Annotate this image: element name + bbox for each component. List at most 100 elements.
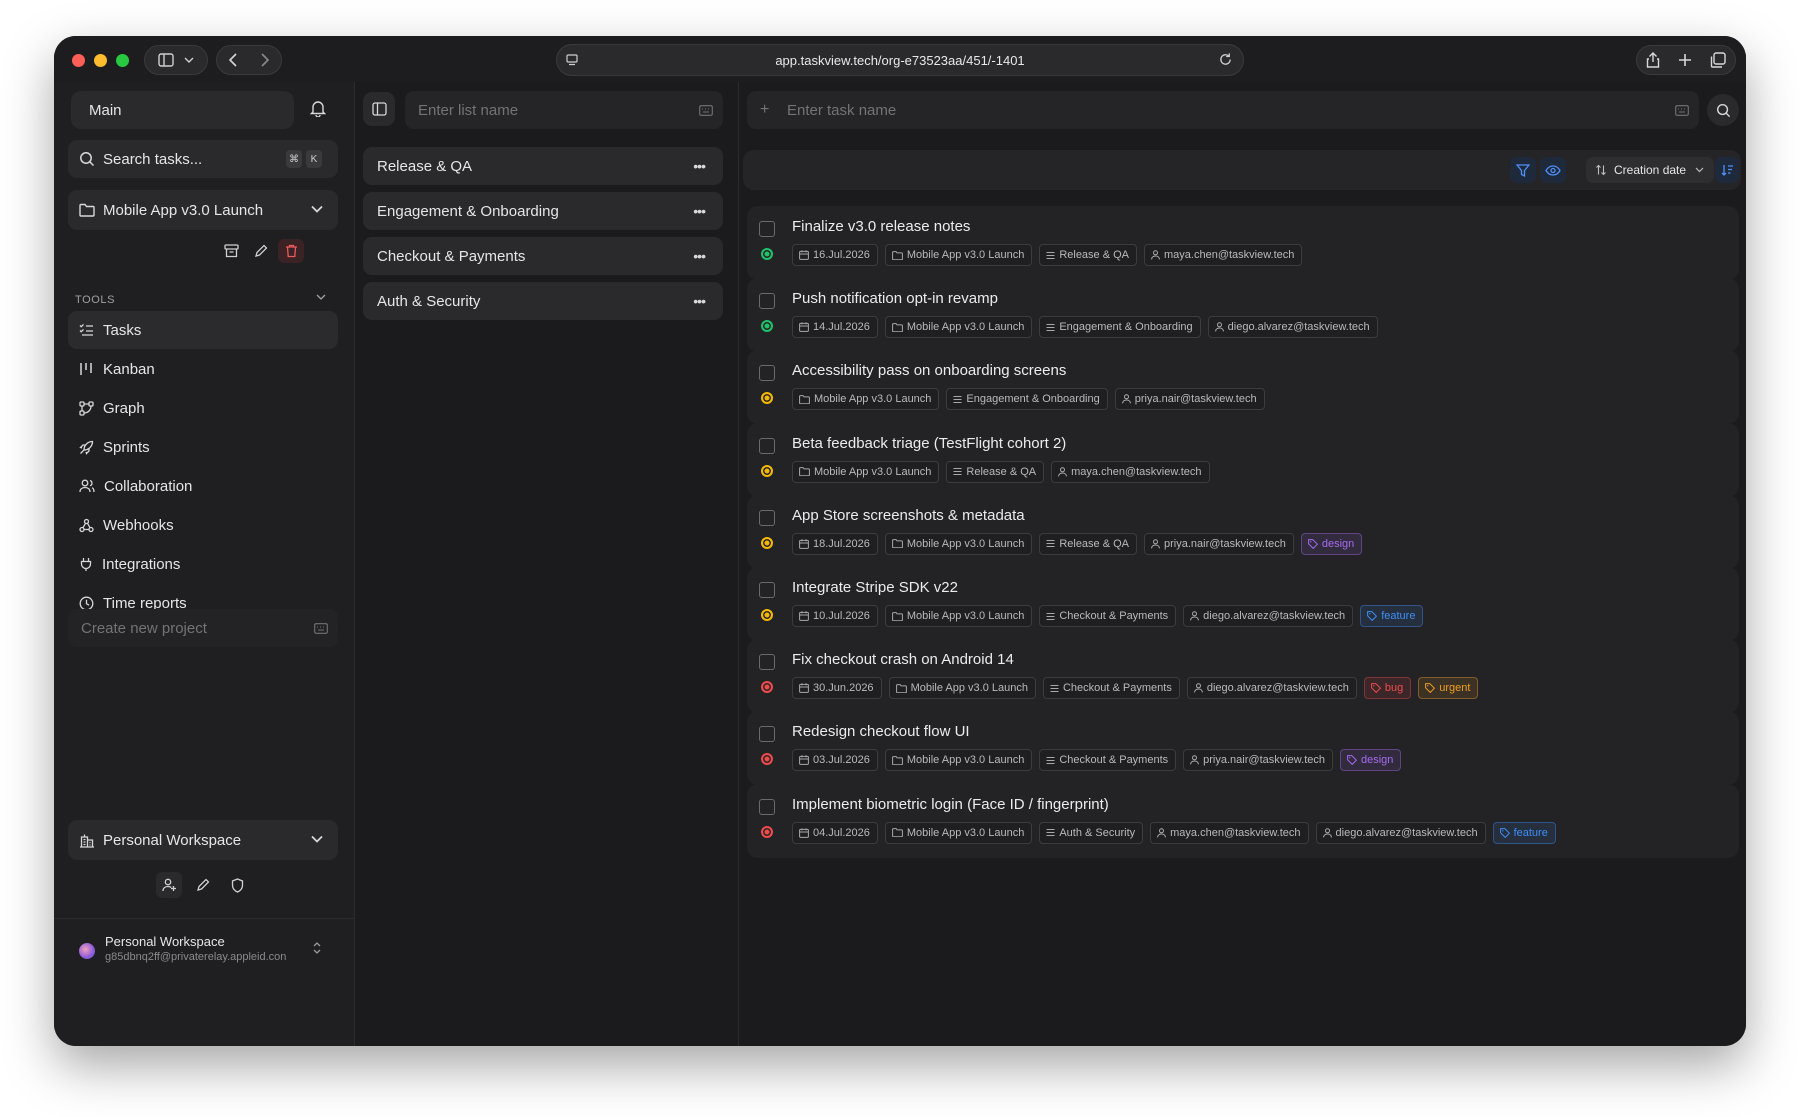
sidebar-toggle-button[interactable] — [144, 45, 208, 75]
task-title[interactable]: Fix checkout crash on Android 14 — [792, 651, 1014, 668]
task-title[interactable]: Redesign checkout flow UI — [792, 723, 970, 740]
task-search-button[interactable] — [1707, 94, 1739, 126]
maximize-window-button[interactable] — [116, 54, 129, 67]
assignee-chip[interactable]: maya.chen@taskview.tech — [1144, 244, 1303, 266]
chevron-down-icon[interactable] — [316, 293, 326, 301]
task-status-indicator[interactable] — [761, 825, 773, 838]
due-date-chip[interactable]: 03.Jul.2026 — [792, 749, 878, 772]
workspace-selector[interactable]: Personal Workspace — [68, 820, 338, 860]
task-checkbox[interactable] — [759, 726, 775, 743]
minimize-window-button[interactable] — [94, 54, 107, 67]
task-title[interactable]: App Store screenshots & metadata — [792, 507, 1025, 524]
sort-direction-button[interactable] — [1715, 157, 1739, 183]
project-chip[interactable]: Mobile App v3.0 Launch — [884, 605, 1033, 627]
task-status-indicator[interactable] — [761, 392, 773, 405]
task-card[interactable]: App Store screenshots & metadata 18.Jul.2… — [747, 494, 1739, 569]
task-status-indicator[interactable] — [761, 464, 773, 477]
search-tasks-input[interactable]: Search tasks... ⌘ K — [68, 140, 338, 178]
share-icon[interactable] — [1646, 52, 1660, 68]
assignee-chip[interactable]: diego.alvarez@taskview.tech — [1315, 821, 1486, 844]
new-tab-icon[interactable] — [1678, 53, 1692, 67]
task-checkbox[interactable] — [759, 437, 775, 454]
tag-chip[interactable]: urgent — [1418, 677, 1479, 700]
assignee-chip[interactable]: priya.nair@taskview.tech — [1114, 388, 1265, 411]
task-checkbox[interactable] — [759, 654, 775, 671]
list-chip[interactable]: Release & QA — [946, 460, 1045, 483]
more-icon[interactable]: ••• — [693, 203, 706, 219]
back-icon[interactable] — [228, 53, 238, 67]
list-chip[interactable]: Engagement & Onboarding — [1039, 316, 1201, 339]
nav-tasks[interactable]: Tasks — [68, 311, 338, 349]
task-status-indicator[interactable] — [761, 536, 773, 549]
tag-chip[interactable]: design — [1300, 532, 1363, 555]
task-card[interactable]: Accessibility pass on onboarding screens… — [747, 350, 1739, 425]
task-status-indicator[interactable] — [761, 753, 773, 766]
list-item[interactable]: Engagement & Onboarding ••• — [363, 192, 723, 230]
tabs-overview-icon[interactable] — [1710, 52, 1726, 68]
list-chip[interactable]: Release & QA — [1039, 244, 1138, 266]
nav-integrations[interactable]: Integrations — [68, 545, 338, 583]
task-card[interactable]: Finalize v3.0 release notes 16.Jul.2026 Mo… — [747, 206, 1739, 280]
tag-chip[interactable]: feature — [1492, 821, 1556, 844]
task-card[interactable]: Redesign checkout flow UI 03.Jul.2026 Mobi… — [747, 711, 1739, 786]
task-checkbox[interactable] — [759, 365, 775, 382]
task-checkbox[interactable] — [759, 582, 775, 598]
task-checkbox[interactable] — [759, 293, 775, 310]
address-bar[interactable]: app.taskview.tech/org-e73523aa/451/-1401 — [556, 44, 1244, 76]
task-status-indicator[interactable] — [761, 681, 773, 694]
project-chip[interactable]: Mobile App v3.0 Launch — [888, 677, 1036, 700]
task-checkbox[interactable] — [759, 798, 775, 815]
sort-select[interactable]: Creation date — [1586, 157, 1714, 183]
list-name-input[interactable]: Enter list name — [405, 91, 723, 129]
assignee-chip[interactable]: diego.alvarez@taskview.tech — [1186, 677, 1357, 700]
task-card[interactable]: Beta feedback triage (TestFlight cohort … — [747, 422, 1739, 497]
task-card[interactable]: Integrate Stripe SDK v22 10.Jul.2026 Mobil… — [747, 567, 1739, 641]
task-status-indicator[interactable] — [761, 609, 773, 621]
nav-collaboration[interactable]: Collaboration — [68, 467, 338, 505]
assignee-chip[interactable]: diego.alvarez@taskview.tech — [1207, 316, 1378, 339]
list-item[interactable]: Checkout & Payments ••• — [363, 237, 723, 275]
delete-project-button[interactable] — [278, 239, 304, 263]
reload-icon[interactable] — [1218, 52, 1233, 67]
edit-project-button[interactable] — [248, 239, 274, 263]
archive-project-button[interactable] — [218, 239, 244, 263]
workspace-security-button[interactable] — [224, 872, 250, 898]
user-account-menu[interactable]: Personal Workspace g85dbnq2ff@privaterel… — [54, 918, 354, 979]
task-title[interactable]: Implement biometric login (Face ID / fin… — [792, 796, 1109, 813]
project-chip[interactable]: Mobile App v3.0 Launch — [884, 749, 1033, 772]
task-title[interactable]: Integrate Stripe SDK v22 — [792, 579, 958, 596]
due-date-chip[interactable]: 10.Jul.2026 — [792, 605, 878, 627]
project-chip[interactable]: Mobile App v3.0 Launch — [884, 244, 1033, 266]
assignee-chip[interactable]: priya.nair@taskview.tech — [1144, 532, 1294, 555]
more-icon[interactable]: ••• — [693, 248, 706, 264]
filter-button[interactable] — [1510, 157, 1536, 183]
tag-chip[interactable]: bug — [1363, 677, 1412, 700]
task-status-indicator[interactable] — [761, 320, 773, 333]
more-icon[interactable]: ••• — [693, 158, 706, 174]
task-checkbox[interactable] — [759, 509, 775, 526]
task-status-indicator[interactable] — [761, 248, 773, 260]
tag-chip[interactable]: design — [1339, 749, 1402, 772]
visibility-button[interactable] — [1540, 157, 1566, 183]
edit-workspace-button[interactable] — [190, 872, 216, 898]
task-name-input[interactable]: + Enter task name — [747, 91, 1699, 129]
list-chip[interactable]: Release & QA — [1039, 532, 1138, 555]
assignee-chip[interactable]: maya.chen@taskview.tech — [1150, 821, 1309, 844]
close-window-button[interactable] — [72, 54, 85, 67]
task-card[interactable]: Implement biometric login (Face ID / fin… — [747, 783, 1739, 858]
task-card[interactable]: Push notification opt-in revamp 14.Jul.20… — [747, 278, 1739, 353]
nav-kanban[interactable]: Kanban — [68, 350, 338, 388]
due-date-chip[interactable]: 18.Jul.2026 — [792, 532, 878, 555]
create-project-input[interactable]: Create new project — [68, 609, 338, 647]
project-chip[interactable]: Mobile App v3.0 Launch — [884, 532, 1033, 555]
list-chip[interactable]: Engagement & Onboarding — [946, 388, 1108, 411]
list-chip[interactable]: Checkout & Payments — [1042, 677, 1180, 700]
list-chip[interactable]: Auth & Security — [1039, 821, 1144, 844]
due-date-chip[interactable]: 04.Jul.2026 — [792, 821, 878, 844]
project-chip[interactable]: Mobile App v3.0 Launch — [884, 316, 1033, 339]
nav-webhooks[interactable]: Webhooks — [68, 506, 338, 544]
nav-graph[interactable]: Graph — [68, 389, 338, 427]
main-selector[interactable]: Main — [71, 91, 294, 129]
bell-icon[interactable] — [310, 99, 326, 117]
task-checkbox[interactable] — [759, 221, 775, 237]
